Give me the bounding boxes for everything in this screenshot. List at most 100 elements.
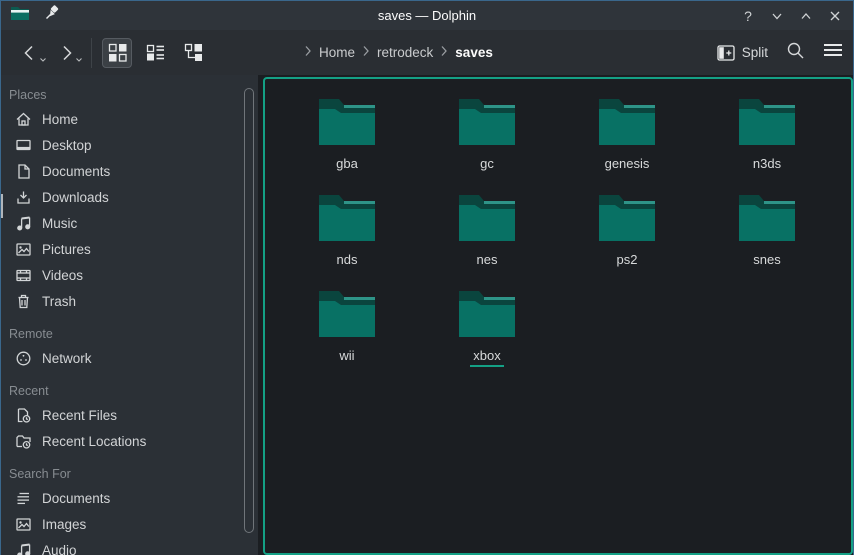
folder-icon (317, 193, 377, 243)
compact-view-button[interactable] (140, 38, 170, 68)
folder-icon (737, 193, 797, 243)
section-header-recent: Recent (1, 380, 258, 402)
folder-icon (457, 193, 517, 243)
sidebar-item-label: Recent Locations (42, 434, 146, 449)
breadcrumb-separator-icon (440, 45, 448, 60)
sidebar-item-pictures[interactable]: Pictures (1, 236, 258, 262)
sidebar-item-desktop[interactable]: Desktop (1, 132, 258, 158)
sidebar-item-label: Videos (42, 268, 83, 283)
folder-icon (457, 97, 517, 147)
folder-gc[interactable]: gc (417, 97, 557, 193)
folder-genesis[interactable]: genesis (557, 97, 697, 193)
sidebar-scrollbar[interactable] (244, 88, 254, 533)
download-icon (15, 189, 32, 206)
folder-icon (317, 289, 377, 339)
sidebar-item-label: Desktop (42, 138, 92, 153)
search-icon[interactable] (786, 41, 805, 65)
folder-icon (597, 193, 657, 243)
folder-icon (317, 193, 377, 243)
sidebar-item-trash[interactable]: Trash (1, 288, 258, 314)
toolbar-separator (91, 38, 92, 68)
help-button[interactable]: ? (738, 6, 758, 26)
sidebar-item-recent-files[interactable]: Recent Files (1, 402, 258, 428)
sidebar-item-label: Documents (42, 164, 110, 179)
sidebar-item-label: Pictures (42, 242, 91, 257)
sidebar-item-label: Documents (42, 491, 110, 506)
folder-snes[interactable]: snes (697, 193, 837, 289)
breadcrumb-segment[interactable]: retrodeck (377, 45, 433, 60)
sidebar-item-label: Images (42, 517, 86, 532)
folder-icon (737, 97, 797, 147)
music-icon (15, 215, 32, 232)
sidebar-item-downloads[interactable]: Downloads (1, 184, 258, 210)
desktop-icon (15, 137, 32, 154)
sidebar-item-home[interactable]: Home (1, 106, 258, 132)
folder-icon (317, 97, 377, 147)
pin-icon[interactable] (44, 5, 60, 26)
icons-view-button[interactable] (102, 38, 132, 68)
sidebar-item-recent-locations[interactable]: Recent Locations (1, 428, 258, 454)
text-lines-icon (15, 490, 32, 507)
folder-nes[interactable]: nes (417, 193, 557, 289)
folder-gba[interactable]: gba (277, 97, 417, 193)
folder-wii[interactable]: wii (277, 289, 417, 385)
breadcrumb-separator-icon (304, 45, 312, 60)
folder-icon (457, 289, 517, 339)
section-header-search-for: Search For (1, 463, 258, 485)
folder-icon (597, 97, 657, 147)
panel-edge-marker (1, 194, 3, 218)
places-panel: Places Home Desktop Documents Downloads Music… (1, 75, 258, 555)
sidebar-item-label: Home (42, 112, 78, 127)
folder-label: ps2 (614, 252, 641, 271)
minimize-button[interactable] (767, 6, 787, 26)
document-icon (15, 163, 32, 180)
split-button[interactable]: Split (717, 45, 768, 61)
sidebar-item-documents[interactable]: Documents (1, 485, 258, 511)
sidebar-item-music[interactable]: Music (1, 210, 258, 236)
maximize-button[interactable] (796, 6, 816, 26)
folder-label: genesis (602, 156, 653, 175)
breadcrumb-segment[interactable]: Home (319, 45, 355, 60)
hamburger-menu-icon[interactable] (823, 42, 843, 63)
titlebar: saves — Dolphin ? (1, 1, 853, 30)
sidebar-item-images[interactable]: Images (1, 511, 258, 537)
video-icon (15, 267, 32, 284)
main-area: gba gc genesis n3ds nds nes ps2 snes (258, 75, 853, 555)
folder-icon (737, 97, 797, 147)
folder-n3ds[interactable]: n3ds (697, 97, 837, 193)
toolbar: Home retrodeck saves Split (1, 30, 853, 75)
dolphin-window: saves — Dolphin ? (0, 0, 854, 555)
sidebar-item-videos[interactable]: Videos (1, 262, 258, 288)
folder-label: wii (336, 348, 357, 367)
sidebar-item-network[interactable]: Network (1, 345, 258, 371)
back-button[interactable] (17, 40, 43, 66)
breadcrumb: Home retrodeck saves (304, 45, 493, 60)
sidebar-item-label: Trash (42, 294, 76, 309)
breadcrumb-separator-icon (362, 45, 370, 60)
folder-xbox[interactable]: xbox (417, 289, 557, 385)
sidebar-item-label: Network (42, 351, 92, 366)
sidebar-item-label: Audio (42, 543, 77, 555)
folder-label: nes (474, 252, 501, 271)
close-button[interactable] (825, 6, 845, 26)
file-clock-icon (15, 407, 32, 424)
folder-view[interactable]: gba gc genesis n3ds nds nes ps2 snes (263, 77, 853, 555)
folder-ps2[interactable]: ps2 (557, 193, 697, 289)
home-icon (15, 111, 32, 128)
forward-button[interactable] (53, 40, 79, 66)
sidebar-item-label: Downloads (42, 190, 109, 205)
folder-label: gba (333, 156, 361, 175)
network-icon (15, 350, 32, 367)
breadcrumb-segment[interactable]: saves (455, 45, 493, 60)
section-header-places: Places (1, 84, 258, 106)
folder-icon (457, 193, 517, 243)
music-icon (15, 542, 32, 555)
details-tree-view-button[interactable] (178, 38, 208, 68)
folder-nds[interactable]: nds (277, 193, 417, 289)
section-header-remote: Remote (1, 323, 258, 345)
folder-icon (597, 97, 657, 147)
sidebar-item-documents[interactable]: Documents (1, 158, 258, 184)
folder-label: nds (334, 252, 361, 271)
folder-icon (737, 193, 797, 243)
sidebar-item-audio[interactable]: Audio (1, 537, 258, 555)
